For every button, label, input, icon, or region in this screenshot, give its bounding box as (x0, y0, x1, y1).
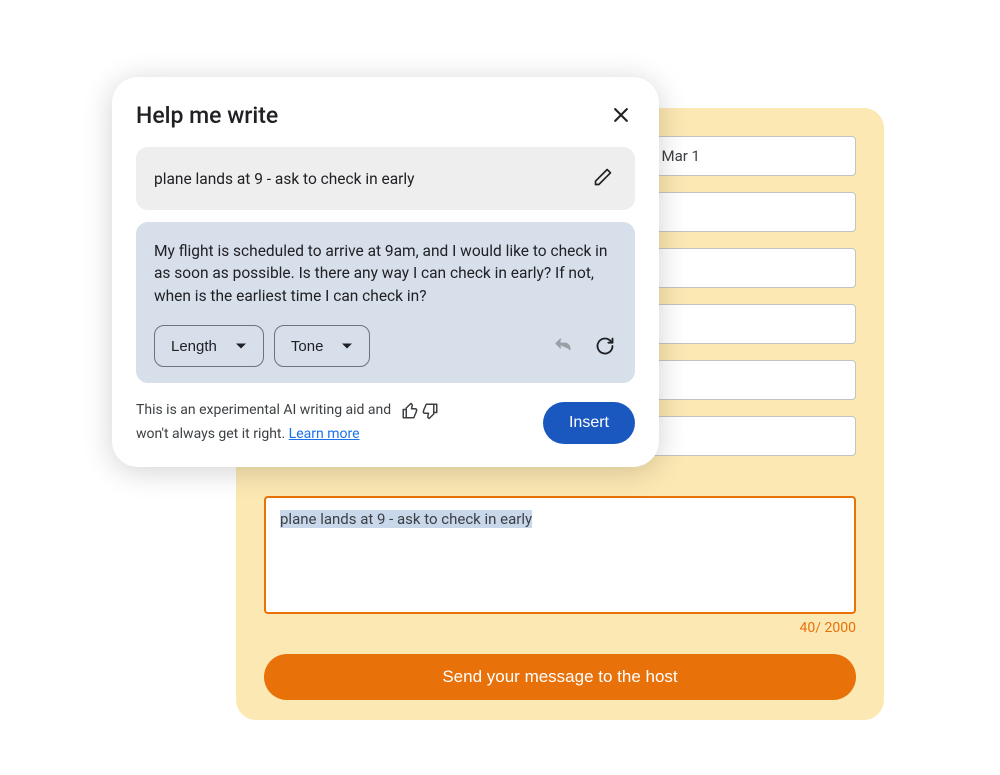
prompt-row: plane lands at 9 - ask to check in early (136, 147, 635, 210)
dialog-header: Help me write (136, 101, 635, 129)
result-text: My flight is scheduled to arrive at 9am,… (154, 240, 617, 307)
disclaimer-line1: This is an experimental AI writing aid a… (136, 402, 391, 418)
left-controls: Length Tone (154, 325, 370, 367)
chevron-down-icon (341, 340, 353, 352)
disclaimer: This is an experimental AI writing aid a… (136, 401, 446, 444)
length-dropdown[interactable]: Length (154, 325, 264, 367)
edit-prompt-button[interactable] (589, 163, 617, 194)
length-label: Length (171, 338, 217, 355)
char-count: 40/ 2000 (264, 620, 856, 636)
dialog-title: Help me write (136, 102, 278, 129)
help-me-write-dialog: Help me write plane lands at 9 - ask to … (112, 77, 659, 467)
message-textarea[interactable]: plane lands at 9 - ask to check in early (264, 496, 856, 614)
chevron-down-icon (235, 340, 247, 352)
send-message-button[interactable]: Send your message to the host (264, 654, 856, 700)
undo-icon (553, 336, 573, 356)
feedback-icons (401, 402, 439, 420)
result-controls: Length Tone (154, 325, 617, 367)
dialog-footer: This is an experimental AI writing aid a… (136, 401, 635, 444)
refresh-button[interactable] (593, 334, 617, 358)
disclaimer-line2: won't always get it right. (136, 426, 285, 442)
thumbs-up-icon (401, 402, 419, 420)
close-button[interactable] (607, 101, 635, 129)
tone-dropdown[interactable]: Tone (274, 325, 371, 367)
thumbs-down-icon (421, 402, 439, 420)
undo-button[interactable] (551, 334, 575, 358)
prompt-text: plane lands at 9 - ask to check in early (154, 170, 415, 188)
pencil-icon (593, 167, 613, 187)
thumbs-up-button[interactable] (401, 402, 419, 420)
thumbs-down-button[interactable] (421, 402, 439, 420)
tone-label: Tone (291, 338, 324, 355)
learn-more-link[interactable]: Learn more (289, 426, 360, 442)
refresh-icon (595, 336, 615, 356)
insert-button[interactable]: Insert (543, 402, 635, 444)
selected-message-text: plane lands at 9 - ask to check in early (280, 510, 532, 528)
close-icon (611, 105, 631, 125)
right-controls (551, 334, 617, 358)
result-panel: My flight is scheduled to arrive at 9am,… (136, 222, 635, 383)
